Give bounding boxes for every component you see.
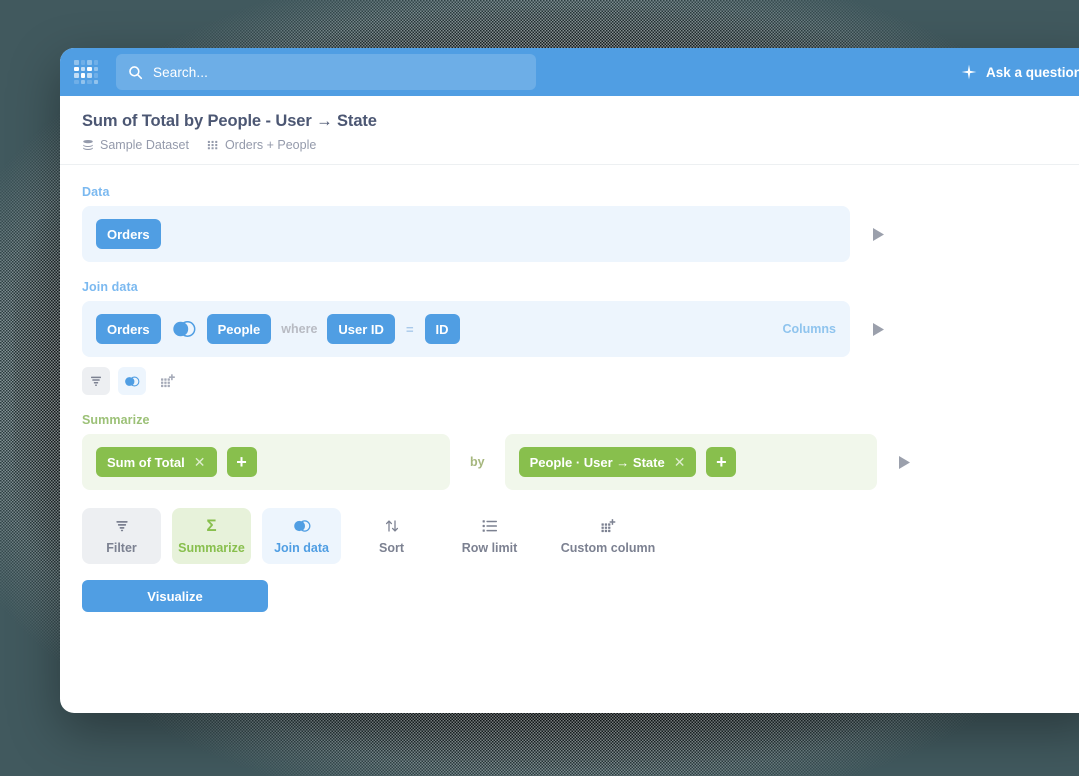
database-icon	[83, 139, 93, 150]
summarize-dimension-panel: People · User → State ✕ +	[504, 434, 877, 490]
sigma-icon: Σ	[206, 516, 217, 535]
sparkle-icon	[961, 64, 977, 80]
filter-icon	[91, 376, 101, 386]
tables-link[interactable]: Orders + People	[207, 138, 316, 152]
search-icon	[129, 65, 143, 79]
action-filter-button[interactable]: Filter	[82, 508, 161, 564]
action-row-limit-button[interactable]: Row limit	[442, 508, 537, 564]
join-step-preview-button[interactable]	[860, 301, 896, 357]
data-step-row: Orders	[82, 206, 1078, 262]
join-left-field-pill[interactable]: User ID	[327, 314, 395, 344]
list-icon	[482, 518, 498, 534]
add-join-icon-button[interactable]	[118, 367, 146, 395]
data-step: Data Orders	[82, 185, 1078, 262]
add-dimension-button[interactable]: +	[706, 447, 737, 477]
action-summarize-label: Summarize	[178, 540, 245, 555]
summarize-metric-label: Sum of Total	[107, 454, 185, 470]
sort-icon	[384, 518, 400, 534]
page-title[interactable]: Sum of Total by People - User → State	[82, 112, 1079, 131]
join-right-field-pill[interactable]: ID	[424, 314, 460, 344]
summarize-step: Summarize Sum of Total ✕ + by People · U…	[82, 413, 1078, 490]
notebook-action-bar: Filter Σ Summarize Join data Sort Row li…	[82, 508, 1078, 564]
data-step-panel: Orders	[82, 206, 850, 262]
action-row-limit-label: Row limit	[461, 540, 518, 555]
data-step-preview-button[interactable]	[860, 206, 896, 262]
question-metadata: Sample Dataset Orders + People	[82, 138, 1079, 152]
action-custom-column-label: Custom column	[560, 540, 656, 555]
tables-label: Orders + People	[224, 138, 317, 152]
join-step-label: Join data	[82, 280, 138, 294]
remove-dimension-icon[interactable]: ✕	[674, 455, 686, 469]
add-custom-column-icon-button[interactable]	[154, 367, 182, 395]
data-step-label: Data	[82, 185, 110, 199]
notebook-editor: Data Orders Join data Orders People wher…	[60, 165, 1079, 612]
play-icon	[899, 455, 911, 469]
filter-icon	[114, 518, 130, 534]
join-type-icon[interactable]	[171, 319, 197, 339]
play-icon	[872, 227, 884, 241]
join-step-row: Orders People where User ID = ID Columns	[82, 301, 1078, 357]
action-join-data-button[interactable]: Join data	[262, 508, 341, 564]
database-label: Sample Dataset	[100, 138, 189, 152]
question-header: Sum of Total by People - User → State Sa…	[60, 96, 1079, 165]
summarize-step-label: Summarize	[82, 413, 150, 427]
visualize-button[interactable]: Visualize	[82, 580, 268, 612]
join-where-word: where	[281, 322, 318, 336]
step-action-icon-strip	[82, 367, 1078, 395]
action-summarize-button[interactable]: Σ Summarize	[172, 508, 251, 564]
table-grid-icon	[207, 140, 218, 150]
custom-column-icon	[600, 518, 617, 534]
action-filter-label: Filter	[106, 540, 137, 555]
play-icon	[872, 322, 884, 336]
ask-a-question-button[interactable]: Ask a question	[961, 64, 1079, 80]
join-operator[interactable]: =	[405, 322, 415, 337]
join-step: Join data Orders People where User ID = …	[82, 280, 1078, 395]
join-left-table-pill[interactable]: Orders	[96, 314, 161, 344]
join-right-table-pill[interactable]: People	[206, 314, 272, 344]
join-step-panel: Orders People where User ID = ID Columns	[82, 301, 850, 357]
summarize-step-row: Sum of Total ✕ + by People · User → Stat…	[82, 434, 1078, 490]
action-sort-button[interactable]: Sort	[352, 508, 431, 564]
custom-column-icon	[161, 374, 175, 388]
join-icon	[125, 376, 140, 386]
summarize-by-word: by	[470, 455, 485, 469]
search-input[interactable]: Search...	[116, 54, 536, 90]
metabase-logo-icon[interactable]	[72, 58, 100, 86]
join-columns-link[interactable]: Columns	[783, 322, 836, 336]
top-navigation-bar: Search... Ask a question	[60, 48, 1079, 96]
ask-a-question-label: Ask a question	[985, 64, 1079, 80]
summarize-metric-panel: Sum of Total ✕ +	[82, 434, 450, 490]
add-metric-button[interactable]: +	[226, 447, 257, 477]
search-placeholder: Search...	[153, 64, 208, 80]
summarize-step-preview-button[interactable]	[887, 434, 923, 490]
join-icon	[292, 518, 312, 534]
database-link[interactable]: Sample Dataset	[82, 138, 189, 152]
summarize-dimension-label: People · User → State	[529, 454, 665, 470]
summarize-metric-pill[interactable]: Sum of Total ✕	[96, 447, 217, 477]
remove-metric-icon[interactable]: ✕	[194, 455, 206, 469]
app-window: Search... Ask a question Sum of Total by…	[60, 48, 1079, 713]
action-join-data-label: Join data	[274, 540, 329, 555]
summarize-dimension-pill[interactable]: People · User → State ✕	[518, 447, 697, 477]
action-custom-column-button[interactable]: Custom column	[548, 508, 668, 564]
add-filter-icon-button[interactable]	[82, 367, 110, 395]
data-source-pill[interactable]: Orders	[96, 219, 161, 249]
action-sort-label: Sort	[379, 540, 404, 555]
